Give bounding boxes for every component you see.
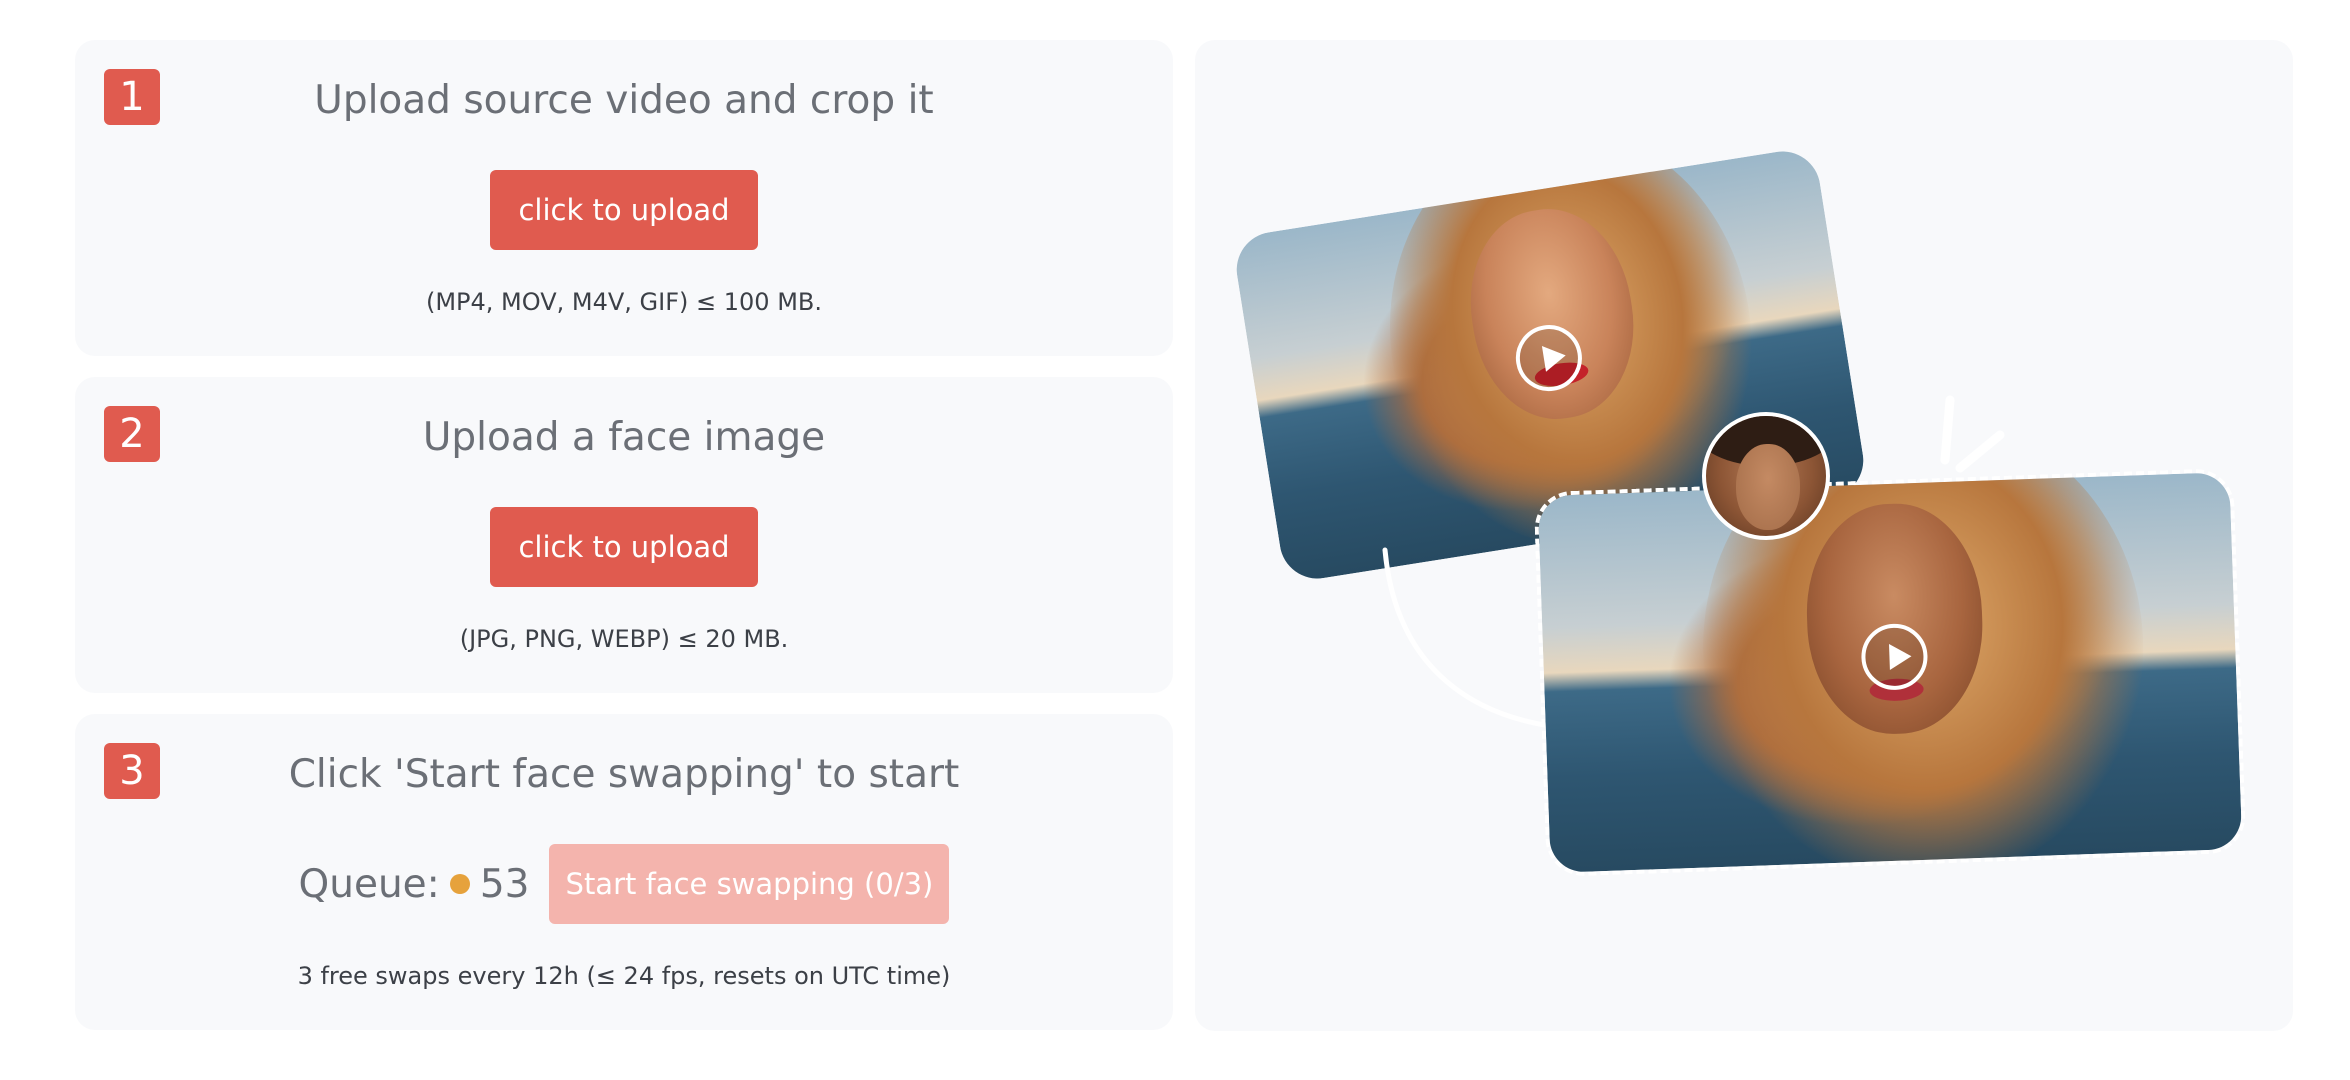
step-3-card: 3 Click 'Start face swapping' to start Q…	[75, 714, 1173, 1030]
avatar-face	[1736, 444, 1800, 530]
face-swap-page: 1 Upload source video and crop it click …	[0, 0, 2350, 1080]
preview-panel	[1195, 40, 2293, 1031]
step-3-title: Click 'Start face swapping' to start	[288, 752, 960, 797]
step-1-title: Upload source video and crop it	[314, 78, 934, 123]
step-1-card: 1 Upload source video and crop it click …	[75, 40, 1173, 356]
queue-label: Queue:	[298, 861, 440, 907]
upload-face-button[interactable]: click to upload	[490, 507, 758, 587]
upload-video-button[interactable]: click to upload	[490, 170, 758, 250]
step-2-title: Upload a face image	[422, 415, 826, 460]
face-image-avatar	[1702, 412, 1830, 540]
sparkle-icon	[1940, 395, 2005, 473]
step-2-hint: (JPG, PNG, WEBP) ≤ 20 MB.	[459, 625, 789, 653]
step-2-card: 2 Upload a face image click to upload (J…	[75, 377, 1173, 693]
start-face-swapping-button[interactable]: Start face swapping (0/3)	[549, 844, 950, 924]
queue-count: 53	[479, 861, 530, 907]
queue-status-dot-icon	[449, 874, 470, 894]
step-1-hint: (MP4, MOV, M4V, GIF) ≤ 100 MB.	[425, 288, 823, 316]
queue-row: Queue: 53 Start face swapping (0/3)	[75, 844, 1173, 924]
queue-status: Queue: 53	[299, 862, 530, 907]
step-3-hint: 3 free swaps every 12h (≤ 24 fps, resets…	[297, 962, 951, 990]
result-video-thumbnail	[1533, 467, 2247, 878]
